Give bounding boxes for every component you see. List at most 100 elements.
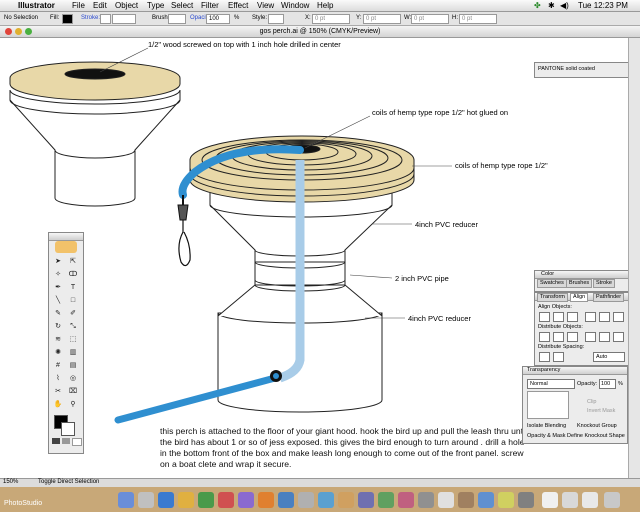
app-dock-icon-10[interactable] xyxy=(478,492,494,508)
app-dock-icon-4[interactable] xyxy=(358,492,374,508)
knockout-group-checkbox[interactable]: Knockout Group xyxy=(577,423,617,429)
zoom-level[interactable]: 150% xyxy=(3,479,18,485)
menu-object[interactable]: Object xyxy=(115,0,138,11)
photoshop-dock-icon[interactable] xyxy=(278,492,294,508)
finder-icon[interactable] xyxy=(118,492,134,508)
distribute-right-icon[interactable] xyxy=(613,332,624,342)
trash-icon[interactable] xyxy=(604,492,620,508)
tab-stroke[interactable]: Stroke xyxy=(593,279,615,288)
menu-type[interactable]: Type xyxy=(147,0,164,11)
stroke-weight-field[interactable] xyxy=(112,14,136,24)
tab-swatches[interactable]: Swatches xyxy=(537,279,567,288)
status-icon[interactable]: ✤ xyxy=(534,0,541,11)
tab-transform[interactable]: Transform xyxy=(537,293,568,302)
clock[interactable]: Tue 12:23 PM xyxy=(578,0,628,11)
adobe-flower-icon[interactable] xyxy=(55,241,77,253)
menu-window[interactable]: Window xyxy=(281,0,309,11)
menu-filter[interactable]: Filter xyxy=(201,0,219,11)
free-transform-tool-icon[interactable]: ⬚ xyxy=(67,335,79,345)
type-tool-icon[interactable]: T xyxy=(67,283,79,293)
distribute-vcenter-icon[interactable] xyxy=(553,332,564,342)
app-dock-icon-11[interactable] xyxy=(498,492,514,508)
scissors-tool-icon[interactable]: ✂ xyxy=(52,387,64,397)
menu-file[interactable]: File xyxy=(72,0,85,11)
app-dock-icon-5[interactable] xyxy=(378,492,394,508)
distribute-top-icon[interactable] xyxy=(539,332,550,342)
folder-dock-icon[interactable] xyxy=(582,492,598,508)
menu-select[interactable]: Select xyxy=(171,0,193,11)
tab-color[interactable]: Color xyxy=(541,271,554,278)
menu-help[interactable]: Help xyxy=(317,0,333,11)
align-top-icon[interactable] xyxy=(585,312,596,322)
align-vcenter-icon[interactable] xyxy=(599,312,610,322)
fill-swatch[interactable] xyxy=(62,14,73,24)
document-dock-icon-2[interactable] xyxy=(562,492,578,508)
align-bottom-icon[interactable] xyxy=(613,312,624,322)
volume-icon[interactable]: ◀) xyxy=(560,0,569,11)
invert-mask-checkbox[interactable]: Invert Mask xyxy=(587,408,615,414)
isolate-blending-checkbox[interactable]: Isolate Blending xyxy=(527,423,566,429)
graph-tool-icon[interactable]: ▥ xyxy=(67,348,79,358)
system-prefs-icon[interactable] xyxy=(138,492,154,508)
none-mode-icon[interactable] xyxy=(72,438,82,446)
illustrator-dock-icon[interactable] xyxy=(258,492,274,508)
opacity-mask-define-checkbox[interactable]: Opacity & Mask Define Knockout Shape xyxy=(527,433,625,439)
rectangle-tool-icon[interactable]: □ xyxy=(67,296,79,306)
rotate-tool-icon[interactable]: ↻ xyxy=(52,322,64,332)
spacing-vertical-icon[interactable] xyxy=(539,352,550,362)
zoom-window-icon[interactable] xyxy=(25,28,32,35)
align-hcenter-icon[interactable] xyxy=(553,312,564,322)
tab-align[interactable]: Align xyxy=(570,293,589,302)
slice-tool-icon[interactable]: ⌧ xyxy=(67,387,79,397)
distribute-hcenter-icon[interactable] xyxy=(599,332,610,342)
distribute-left-icon[interactable] xyxy=(585,332,596,342)
gradient-tool-icon[interactable]: ▤ xyxy=(67,361,79,371)
tools-palette-header[interactable] xyxy=(49,233,83,241)
transparency-opacity-field[interactable]: 100 xyxy=(599,379,616,389)
spacing-select[interactable]: Auto xyxy=(593,352,625,362)
distribute-bottom-icon[interactable] xyxy=(567,332,578,342)
tab-pathfinder[interactable]: Pathfinder xyxy=(593,293,625,302)
symbol-sprayer-tool-icon[interactable]: ✺ xyxy=(52,348,64,358)
iphoto-icon[interactable] xyxy=(238,492,254,508)
close-window-icon[interactable] xyxy=(5,28,12,35)
style-select[interactable] xyxy=(268,14,284,24)
warp-tool-icon[interactable]: ≋ xyxy=(52,335,64,345)
vertical-scrollbar[interactable] xyxy=(628,38,640,478)
pencil-tool-icon[interactable]: ✐ xyxy=(67,309,79,319)
app-dock-icon-12[interactable] xyxy=(518,492,534,508)
w-field[interactable]: 0 pt xyxy=(411,14,449,24)
app-menu[interactable]: Illustrator xyxy=(18,0,55,11)
direct-selection-tool-icon[interactable]: ⇱ xyxy=(67,257,79,267)
magic-wand-tool-icon[interactable]: ✧ xyxy=(52,270,64,280)
app-dock-icon-3[interactable] xyxy=(338,492,354,508)
pantone-palette-title[interactable]: PANTONE solid coated xyxy=(538,66,595,72)
blend-mode-select[interactable]: Normal xyxy=(527,379,575,389)
paintbrush-tool-icon[interactable]: ✎ xyxy=(52,309,64,319)
eyedropper-tool-icon[interactable]: ⌇ xyxy=(52,374,64,384)
brush-select[interactable] xyxy=(168,14,186,24)
bluetooth-icon[interactable]: ✱ xyxy=(548,0,555,11)
document-dock-icon[interactable] xyxy=(542,492,558,508)
app-dock-icon-6[interactable] xyxy=(398,492,414,508)
lasso-tool-icon[interactable]: ↀ xyxy=(67,270,79,280)
safari-icon[interactable] xyxy=(158,492,174,508)
ichat-icon[interactable] xyxy=(198,492,214,508)
align-right-icon[interactable] xyxy=(567,312,578,322)
x-field[interactable]: 0 pt xyxy=(312,14,350,24)
line-tool-icon[interactable]: ╲ xyxy=(52,296,64,306)
y-field[interactable]: 0 pt xyxy=(363,14,401,24)
status-text[interactable]: Toggle Direct Selection xyxy=(38,479,99,485)
minimize-window-icon[interactable] xyxy=(15,28,22,35)
align-left-icon[interactable] xyxy=(539,312,550,322)
h-field[interactable]: 0 pt xyxy=(459,14,497,24)
mesh-tool-icon[interactable]: # xyxy=(52,361,64,371)
tab-brushes[interactable]: Brushes xyxy=(566,279,593,288)
mail-icon[interactable] xyxy=(178,492,194,508)
stroke-swatch[interactable] xyxy=(100,14,111,24)
gradient-mode-icon[interactable] xyxy=(62,438,70,444)
scale-tool-icon[interactable]: ⤡ xyxy=(67,322,79,332)
itunes-icon[interactable] xyxy=(218,492,234,508)
opacity-field[interactable]: 100 xyxy=(206,14,230,24)
menu-effect[interactable]: Effect xyxy=(228,0,248,11)
